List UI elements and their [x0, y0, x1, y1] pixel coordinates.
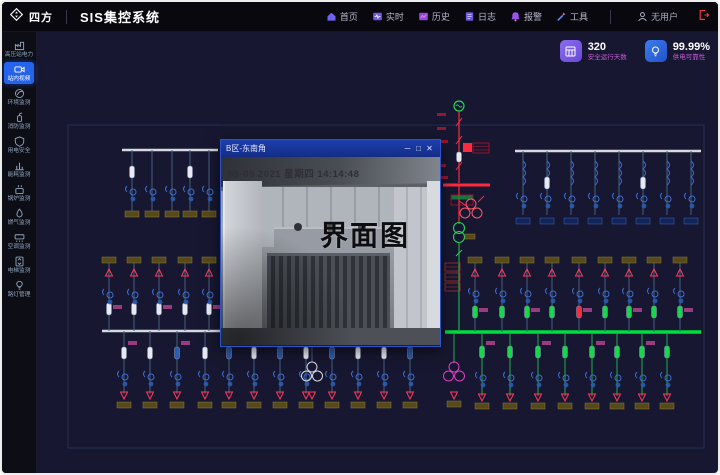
- bar-chart-icon: [14, 160, 25, 171]
- tools-wand-icon: [556, 11, 567, 22]
- kpi-cards: 320 安全运行天数 99.99% 供电可靠性: [560, 40, 710, 62]
- history-icon: [418, 11, 429, 22]
- app-title: SIS集控系统: [80, 7, 160, 26]
- shield-icon: [14, 136, 25, 147]
- sifang-logo-icon: [9, 7, 24, 27]
- camera-icon: [14, 64, 25, 75]
- elevator-icon: [14, 256, 25, 267]
- nav-divider: [610, 10, 611, 24]
- home-icon: [326, 11, 337, 22]
- header-bar: 四方 SIS集控系统 首页 实时 历史 日志 报: [2, 2, 718, 32]
- nav-realtime[interactable]: 实时: [372, 10, 404, 23]
- safe-days-label: 安全运行天数: [588, 54, 627, 61]
- nav-tools[interactable]: 工具: [556, 10, 588, 23]
- camera-modal-titlebar[interactable]: B区-东南角 ─ □ ✕: [221, 140, 440, 157]
- sidebar-item-hvac-monitor[interactable]: 空调监测: [4, 230, 34, 252]
- sidebar: 高压站电力 站内视频 环境监测 消防监测 用电安全 能耗监测 锅炉监测 燃气监: [2, 31, 37, 473]
- sidebar-item-environment-monitor[interactable]: 环境监测: [4, 86, 34, 108]
- log-icon: [464, 11, 475, 22]
- logout-icon: [698, 9, 710, 21]
- user-menu[interactable]: 无用户: [637, 10, 678, 23]
- sidebar-item-energy-monitor[interactable]: 能耗监测: [4, 158, 34, 180]
- sidebar-item-elevator-monitor[interactable]: 电梯监测: [4, 254, 34, 276]
- close-button[interactable]: ✕: [424, 140, 435, 157]
- reliability-bulb-icon: [645, 40, 667, 62]
- sidebar-item-station-video[interactable]: 站内视频: [4, 62, 34, 84]
- boiler-icon: [14, 184, 25, 195]
- maximize-button[interactable]: □: [413, 140, 424, 157]
- safe-days-value: 320: [588, 42, 627, 53]
- brand: 四方 SIS集控系统: [2, 7, 160, 27]
- reliability-value: 99.99%: [673, 42, 710, 53]
- watermark-text: 界面图: [320, 214, 410, 254]
- fire-extinguisher-icon: [14, 112, 25, 123]
- realtime-icon: [372, 11, 383, 22]
- alarm-bell-icon: [510, 11, 521, 22]
- nav-alarm[interactable]: 报警: [510, 10, 542, 23]
- user-icon: [637, 11, 648, 22]
- user-label: 无用户: [651, 10, 678, 23]
- nav-history[interactable]: 历史: [418, 10, 450, 23]
- kpi-reliability: 99.99% 供电可靠性: [645, 40, 710, 62]
- sidebar-item-electricity-safety[interactable]: 用电安全: [4, 134, 34, 156]
- reliability-label: 供电可靠性: [673, 54, 710, 61]
- osd-timestamp: 09-09 2021 星期四 14:14:48: [228, 166, 359, 180]
- air-conditioner-icon: [14, 232, 25, 243]
- header-divider: [66, 10, 67, 24]
- sidebar-item-hv-station-power[interactable]: 高压站电力: [4, 38, 34, 60]
- sidebar-item-gas-monitor[interactable]: 燃气监测: [4, 206, 34, 228]
- flame-icon: [14, 208, 25, 219]
- light-bulb-icon: [14, 280, 25, 291]
- sidebar-item-fire-monitor[interactable]: 消防监测: [4, 110, 34, 132]
- sidebar-item-streetlight-management[interactable]: 路灯管理: [4, 278, 34, 300]
- kpi-safe-days: 320 安全运行天数: [560, 40, 627, 62]
- nav-log[interactable]: 日志: [464, 10, 496, 23]
- brand-name: 四方: [29, 9, 53, 25]
- safe-days-icon: [560, 40, 582, 62]
- top-nav: 首页 实时 历史 日志 报警 工具: [326, 8, 718, 26]
- leaf-icon: [14, 88, 25, 99]
- sidebar-item-boiler-monitor[interactable]: 锅炉监测: [4, 182, 34, 204]
- factory-icon: [14, 40, 25, 51]
- app-window: 四方 SIS集控系统 首页 实时 历史 日志 报: [0, 0, 720, 475]
- camera-modal-title: B区-东南角: [226, 143, 402, 154]
- nav-home[interactable]: 首页: [326, 10, 358, 23]
- minimize-button[interactable]: ─: [402, 140, 413, 157]
- logout-button[interactable]: [698, 8, 710, 26]
